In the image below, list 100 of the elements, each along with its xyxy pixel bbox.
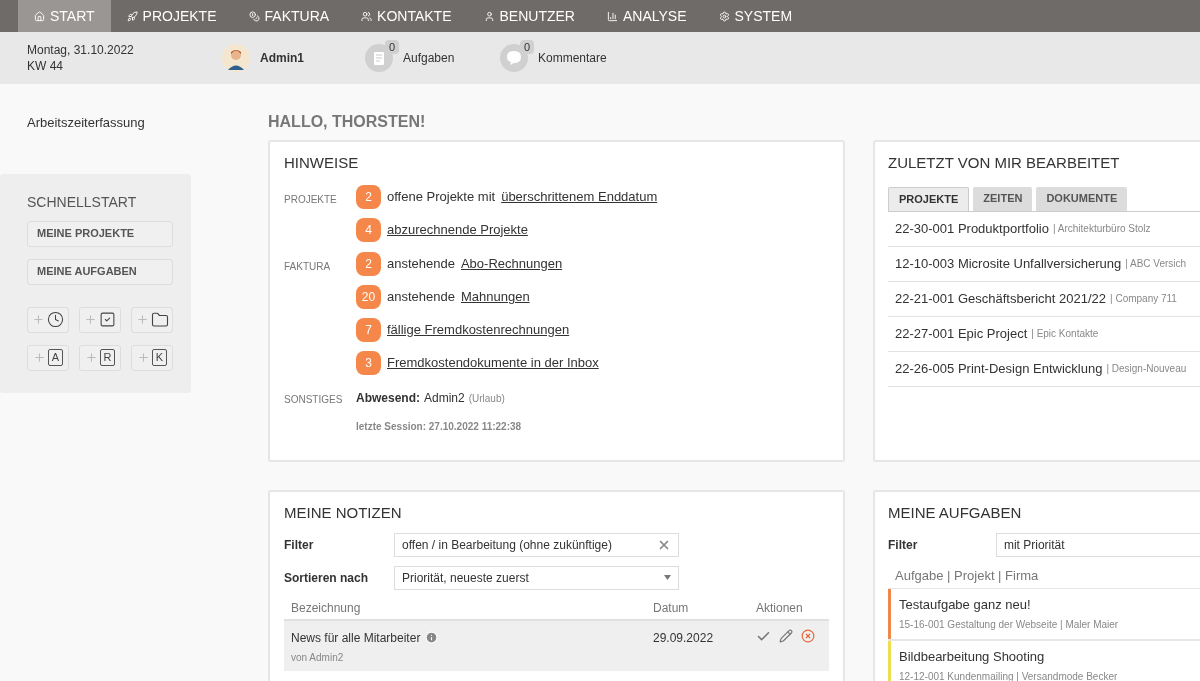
nav-tab[interactable]: BENUTZER [467,0,591,32]
edit-icon[interactable] [779,628,793,643]
absent-name: Admin2 [424,389,465,407]
week-text: KW 44 [27,58,64,74]
group-label: PROJEKTE [284,192,338,207]
nav-tab[interactable]: FAKTURA [232,0,346,32]
tab[interactable]: DOKUMENTE [1036,186,1128,211]
sidebar-link[interactable]: Arbeitszeiterfassung [0,113,268,133]
column-header: Bezeichnung [291,600,362,617]
delete-icon[interactable] [801,628,815,643]
hint-link[interactable]: fällige Fremdkostenrechnungen [387,319,570,340]
clock-icon [47,311,64,328]
note-date: 29.09.2022 [653,629,715,647]
panel-title: SCHNELLSTART [27,192,138,212]
plus-icon [32,313,45,326]
count-badge: 7 [356,317,381,342]
absent-label: Abwesend: [356,389,420,407]
greeting: HALLO, THORSTEN! [268,112,427,132]
rocket-icon [126,10,138,22]
recent-project-link[interactable]: 22-30-001 Produktportfolio [895,218,1049,239]
nav-tab[interactable]: PROJEKTE [110,0,233,32]
recent-project-link[interactable]: 22-26-005 Print-Design Entwicklung [895,358,1103,379]
hint-link[interactable]: überschrittenem Enddatum [501,186,658,207]
count-badge: 2 [356,184,381,209]
note-title: News für alle Mitarbeiter [291,629,421,647]
date-text: Montag, 31.10.2022 [27,42,135,58]
task-title[interactable]: Bildbearbeitung Shooting [899,646,1118,666]
hint-link[interactable]: Fremdkostendokumente in der Inbox [387,352,599,373]
company-name: | ABC Versich [1125,257,1187,271]
card-title: ZULETZT VON MIR BEARBEITET [888,153,1121,173]
user-name[interactable]: Admin1 [260,49,304,67]
tasks-count: 0 [384,40,399,54]
absent-reason: (Urlaub) [468,391,505,406]
recent-project-link[interactable]: 22-27-001 Epic Project [895,323,1028,344]
quick-add-button[interactable]: A [27,344,69,371]
note-row[interactable]: News für alle Mitarbeiter von Admin2 29.09.2022 [284,620,829,671]
field-label: Filter [284,536,315,554]
coins-icon [248,10,260,22]
column-header: Aktionen [756,600,803,617]
letter-key: A [47,349,64,366]
session-text: letzte Session: 27.10.2022 11:22:38 [356,419,522,434]
letter-key: R [99,349,116,366]
quick-add-button[interactable]: R [79,344,121,371]
tab[interactable]: PROJEKTE [888,186,970,211]
company-name: | Design-Nouveau [1106,362,1187,376]
plus-icon [84,351,98,364]
letter-key: K [151,349,168,366]
list-header: Aufgabe | Projekt | Firma [894,566,1040,585]
note-author: von Admin2 [291,650,345,665]
plus-icon [135,313,149,326]
comments-label[interactable]: Kommentare [538,49,607,67]
hint-link[interactable]: Abo-Rechnungen [460,253,563,274]
quick-add-button[interactable] [79,306,121,333]
filter-field[interactable]: offen / in Bearbeitung (ohne zukünftige) [394,532,679,557]
count-badge: 4 [356,217,381,242]
quickstart-button[interactable]: MEINE AUFGABEN [27,258,173,285]
company-name: | Architekturbüro Stolz [1052,222,1151,236]
comments-count: 0 [519,40,534,54]
column-header: Datum [653,600,690,617]
quick-add-button[interactable]: K [131,344,173,371]
filter-field[interactable]: mit Priorität [995,532,1200,557]
settings-icon [718,10,730,22]
tasks-label[interactable]: Aufgaben [403,49,455,67]
count-badge: 2 [356,251,381,276]
folder-icon [150,310,169,329]
quick-add-button[interactable] [27,306,69,333]
nav-tab[interactable]: SYSTEM [702,0,809,32]
recent-project-link[interactable]: 12-10-003 Microsite Unfallversicherung [895,253,1122,274]
hint-link[interactable]: abzurechnende Projekte [387,219,528,240]
field-label: Filter [888,536,919,554]
hint-text: anstehende [387,254,455,273]
quickstart-button[interactable]: MEINE PROJEKTE [27,220,173,247]
card-title: MEINE NOTIZEN [284,503,403,523]
field-label: Sortieren nach [284,569,370,587]
recent-project-link[interactable]: 22-21-001 Geschäftsbericht 2021/22 [895,288,1107,309]
hint-text: offene Projekte mit [387,187,496,206]
sort-select[interactable]: Priorität, neueste zuerst [394,565,679,590]
hint-link[interactable]: Mahnungen [460,286,530,307]
quick-add-button[interactable] [131,306,173,333]
count-badge: 20 [356,284,381,309]
plus-icon [84,313,97,326]
users-icon [361,10,373,22]
count-badge: 3 [356,350,381,375]
checkbox-icon [99,311,116,328]
avatar-icon [222,44,250,72]
home-icon [34,10,45,22]
card-title: MEINE AUFGABEN [888,503,1023,523]
dropdown-caret-icon [664,575,671,580]
plus-icon [136,351,150,364]
group-label: SONSTIGES [284,392,344,407]
hint-text: anstehende [387,287,455,306]
info-icon[interactable] [425,631,439,644]
bar-chart-icon [606,10,618,22]
company-name: | Company 711 [1110,292,1177,306]
user-icon [483,10,495,22]
nav-tab[interactable]: KONTAKTE [345,0,468,32]
nav-tab[interactable]: ANALYSE [590,0,703,32]
tab[interactable]: ZEITEN [973,186,1033,211]
task-title[interactable]: Testaufgabe ganz neu! [899,594,1119,614]
group-label: FAKTURA [284,259,332,274]
